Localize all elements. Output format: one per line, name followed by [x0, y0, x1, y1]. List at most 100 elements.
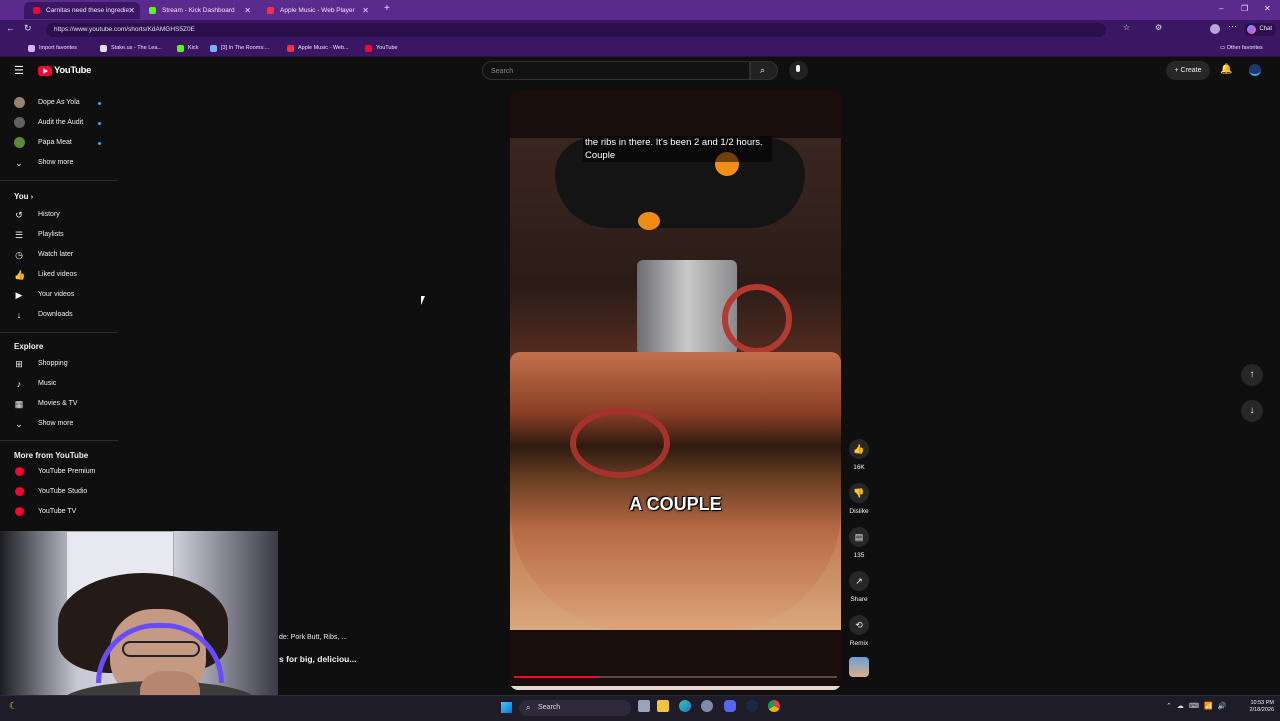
next-video-preview[interactable] [510, 686, 841, 690]
close-window-icon[interactable]: ✕ [1264, 4, 1271, 13]
file-explorer-icon[interactable] [657, 700, 669, 712]
show-more-explore[interactable]: ⌄ Show more [12, 414, 73, 434]
bookmark-favicon-icon [210, 45, 217, 52]
shorts-video-player[interactable]: the ribs in there. It's been 2 and 1/2 h… [510, 90, 841, 690]
more-from-youtube-heading: More from YouTube [14, 451, 89, 460]
tab-favicon-icon [149, 7, 156, 14]
youtube-play-triangle-icon [43, 68, 48, 74]
chevron-down-icon: ⌄ [15, 158, 23, 168]
bookmark-item[interactable]: Apple Music - Web... [287, 42, 349, 54]
voice-search-button[interactable] [789, 61, 808, 80]
copper-handle-shape [570, 408, 670, 478]
new-tab-button[interactable]: + [384, 3, 390, 14]
search-input[interactable]: Search [482, 61, 750, 80]
comments-button[interactable]: ▤ [849, 527, 869, 547]
steam-icon[interactable] [746, 700, 758, 712]
refresh-icon[interactable]: ↻ [24, 23, 32, 34]
playlists-icon: ☰ [14, 230, 24, 240]
back-icon[interactable]: ← [6, 23, 15, 33]
edge-browser-icon[interactable] [679, 700, 691, 712]
sidebar-item-shopping[interactable]: ⊞ Shopping [12, 354, 67, 374]
download-icon: ↓ [16, 310, 22, 320]
sidebar-item-music[interactable]: ♪ Music [12, 374, 57, 394]
sidebar-item-youtube-tv[interactable]: YouTube TV [12, 502, 76, 522]
browser-tab[interactable]: Stream - Kick Dashboard ✕ [140, 2, 256, 19]
bookmark-item[interactable]: Kick [177, 42, 198, 54]
bookmark-item[interactable]: Import favorites [28, 42, 77, 54]
menu-dots-icon[interactable]: ⋯ [1228, 21, 1237, 32]
task-view-icon[interactable] [638, 700, 650, 712]
like-count: 16K [853, 464, 865, 471]
start-button[interactable] [501, 702, 512, 713]
taskbar-search[interactable]: ⌕ Search [519, 700, 631, 716]
sidebar-item-watch-later[interactable]: ◷ Watch later [12, 245, 73, 265]
notifications-bell-icon[interactable]: 🔔 [1220, 64, 1232, 75]
close-tab-icon[interactable]: ✕ [244, 2, 251, 19]
music-icon: ♪ [16, 379, 22, 389]
previous-short-button[interactable]: ↑ [1241, 364, 1263, 386]
bookmark-item[interactable]: Stake.us - The Lea... [100, 42, 162, 54]
close-tab-icon[interactable]: ✕ [362, 2, 369, 19]
weather-icon[interactable]: ☾ [9, 701, 18, 712]
channel-avatar[interactable] [849, 657, 869, 677]
restore-icon[interactable]: ❐ [1241, 4, 1248, 13]
show-more-subscriptions[interactable]: ⌄ Show more [12, 153, 73, 173]
discord-icon[interactable] [724, 700, 736, 712]
video-title-line2[interactable]: s for big, deliciou... [279, 654, 356, 664]
sidebar-divider [0, 332, 118, 333]
video-progress-track[interactable] [514, 676, 837, 678]
comment-count: 135 [853, 552, 865, 559]
profile-avatar[interactable] [1210, 24, 1220, 34]
subscription-item[interactable]: Papa Meat [12, 133, 72, 153]
clock[interactable]: 10:53 PM 2/18/2026 [1240, 700, 1274, 714]
remix-button[interactable]: ⟲ [849, 615, 869, 635]
bookmark-favicon-icon [177, 45, 184, 52]
youtube-app-icon [14, 487, 24, 497]
you-section-heading[interactable]: You › [14, 192, 33, 201]
minimize-icon[interactable]: – [1219, 4, 1223, 13]
tab-title: Apple Music - Web Player [280, 7, 355, 14]
channel-avatar [14, 117, 25, 128]
comment-icon: ▤ [854, 532, 864, 542]
favorite-star-icon[interactable]: ☆ [1123, 23, 1130, 32]
like-button[interactable]: 👍 [849, 439, 869, 459]
sidebar-item-your-videos[interactable]: ▶ Your videos [12, 285, 75, 305]
film-icon: ▦ [14, 399, 24, 409]
subscription-item[interactable]: Dope As Yola [12, 93, 80, 113]
bookmark-item[interactable]: YouTube [365, 42, 398, 54]
settings-app-icon[interactable] [701, 700, 713, 712]
explore-heading: Explore [14, 342, 44, 351]
sidebar-item-playlists[interactable]: ☰ Playlists [12, 225, 64, 245]
subscription-item[interactable]: Audit the Audit [12, 113, 83, 133]
sidebar-item-youtube-premium[interactable]: YouTube Premium [12, 462, 95, 482]
sidebar-item-history[interactable]: ↺ History [12, 205, 60, 225]
bookmark-item[interactable]: [3] In The Rooms:... [210, 42, 269, 54]
share-label: Share [850, 596, 868, 603]
browser-tab[interactable]: Apple Music - Web Player ✕ [258, 2, 374, 19]
dislike-button[interactable]: 👎 [849, 483, 869, 503]
new-content-dot [98, 102, 101, 105]
account-avatar[interactable] [1249, 64, 1261, 76]
close-tab-icon[interactable]: ✕ [128, 2, 135, 19]
youtube-app-icon [14, 467, 24, 477]
sidebar-item-youtube-studio[interactable]: YouTube Studio [12, 482, 87, 502]
url-input[interactable]: https://www.youtube.com/shorts/KdAMGHS5Z… [46, 23, 1106, 37]
sidebar-item-liked-videos[interactable]: 👍 Liked videos [12, 265, 77, 285]
share-button[interactable]: ↗ [849, 571, 869, 591]
browser-tab[interactable]: Carnitas need these ingredie ✕ [24, 2, 140, 19]
system-tray[interactable]: ⌃☁⌨📶🔊 [1166, 702, 1231, 710]
create-button[interactable]: + Create [1166, 61, 1210, 80]
extensions-icon[interactable]: ⚙ [1155, 23, 1162, 32]
copilot-chat-button[interactable]: Chat [1244, 23, 1276, 36]
sidebar-divider [0, 180, 118, 181]
other-favorites[interactable]: ▭ Other favorites [1220, 42, 1263, 54]
search-icon: ⌕ [760, 65, 766, 75]
sidebar-item-movies-tv[interactable]: ▦ Movies & TV [12, 394, 78, 414]
bookmark-favicon-icon [365, 45, 372, 52]
search-button[interactable]: ⌕ [750, 61, 778, 80]
video-description-line1[interactable]: de: Pork Butt, Ribs, ... [279, 634, 347, 641]
sidebar-item-downloads[interactable]: ↓ Downloads [12, 305, 73, 325]
hamburger-menu-icon[interactable]: ☰ [14, 64, 24, 77]
next-short-button[interactable]: ↓ [1241, 400, 1263, 422]
chrome-icon[interactable] [768, 700, 780, 712]
